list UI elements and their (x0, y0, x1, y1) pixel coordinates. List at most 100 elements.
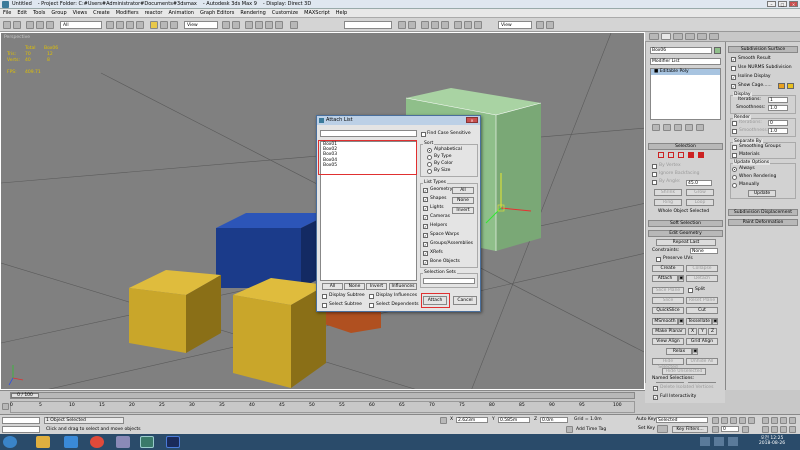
update-when-rendering-radio[interactable] (732, 175, 737, 180)
full-interactivity-checkbox[interactable]: ✓ (653, 395, 658, 400)
list-item[interactable]: Box05 (321, 163, 416, 168)
cage-selection-color-swatch[interactable] (787, 83, 794, 89)
bind-spacewarp-icon[interactable] (46, 21, 54, 29)
go-to-end-icon[interactable] (748, 417, 755, 424)
maxscript-listener-field[interactable] (2, 417, 40, 424)
photoshop-icon[interactable] (166, 436, 180, 448)
delete-isolated-checkbox[interactable]: ✓ (653, 386, 658, 391)
reference-coordinate-dropdown[interactable]: View (184, 21, 218, 29)
attach-button[interactable]: Attach (423, 296, 447, 305)
start-button-icon[interactable] (3, 436, 17, 448)
lock-selection-icon[interactable] (440, 417, 447, 424)
menu-graph-editors[interactable]: Graph Editors (200, 10, 234, 16)
msmooth-settings-icon[interactable]: ▣ (678, 318, 684, 325)
named-selection-dropdown[interactable] (344, 21, 392, 29)
modifier-stack[interactable]: ■ Editable Poly (650, 68, 721, 120)
grid-align-button[interactable]: Grid Align (686, 338, 718, 345)
menu-tools[interactable]: Tools (33, 10, 45, 16)
planar-y-button[interactable]: Y (698, 328, 707, 335)
smoothing-groups-checkbox[interactable] (732, 145, 737, 150)
y-coordinate-field[interactable]: 0.585m (498, 417, 530, 423)
select-scale-icon[interactable] (170, 21, 178, 29)
find-case-sensitive-checkbox[interactable] (421, 132, 426, 137)
by-angle-checkbox[interactable] (652, 180, 657, 185)
align-icon[interactable] (408, 21, 416, 29)
update-always-radio[interactable] (732, 167, 737, 172)
curve-editor-icon[interactable] (431, 21, 439, 29)
zoom-all-icon[interactable] (771, 417, 778, 424)
configure-modifier-sets-icon[interactable] (696, 124, 704, 131)
slice-plane-button[interactable]: Slice Plane (652, 287, 684, 294)
polygon-level-icon[interactable] (688, 152, 694, 158)
element-level-icon[interactable] (698, 152, 704, 158)
type-xrefs-checkbox[interactable]: ✓ (423, 251, 428, 256)
render-smoothness-field[interactable]: 1.0 (768, 128, 788, 134)
notification-icon[interactable] (700, 437, 710, 446)
network-icon[interactable] (714, 437, 724, 446)
soft-selection-rollout[interactable]: Soft Selection (648, 220, 723, 227)
modifier-list-dropdown[interactable]: Modifier List (650, 58, 721, 65)
select-move-icon[interactable] (150, 21, 158, 29)
subdivision-displacement-rollout[interactable]: Subdivision Displacement (728, 209, 798, 216)
render-last-icon[interactable] (546, 21, 554, 29)
constraints-dropdown[interactable]: None (690, 248, 718, 254)
time-slider-thumb[interactable]: 0 / 100 (11, 393, 39, 398)
grow-button[interactable]: Grow (686, 189, 714, 196)
planar-x-button[interactable]: X (688, 328, 697, 335)
open-mini-curve-editor-icon[interactable] (2, 403, 9, 410)
percent-snap-icon[interactable] (265, 21, 273, 29)
relax-button[interactable]: Relax (666, 348, 692, 355)
materials-checkbox[interactable] (732, 153, 737, 158)
volume-icon[interactable] (728, 437, 738, 446)
create-tab-icon[interactable] (649, 33, 659, 40)
field-of-view-icon[interactable] (762, 426, 769, 433)
display-influences-checkbox[interactable] (369, 294, 374, 299)
file-explorer-icon[interactable] (36, 436, 50, 448)
type-geometry-checkbox[interactable]: ✓ (423, 188, 428, 193)
previous-frame-icon[interactable] (721, 417, 728, 424)
type-lights-checkbox[interactable]: ✓ (423, 206, 428, 211)
sort-by-color-radio[interactable] (427, 162, 432, 167)
select-by-name-icon[interactable] (116, 21, 124, 29)
x-coordinate-field[interactable]: 2.623m (456, 417, 488, 423)
z-coordinate-field[interactable]: 0.0m (540, 417, 568, 423)
time-configuration-icon[interactable] (742, 426, 749, 433)
internet-explorer-icon[interactable] (64, 436, 78, 448)
preserve-uvs-checkbox[interactable] (656, 257, 661, 262)
hide-unselected-button[interactable]: Hide Unselected (662, 368, 706, 375)
list-all-button[interactable]: All (322, 283, 343, 290)
cut-button[interactable]: Cut (686, 307, 718, 314)
tessellate-button[interactable]: Tessellate (686, 318, 712, 325)
dialog-title-bar[interactable]: Attach List (317, 116, 480, 125)
quick-render-icon[interactable] (536, 21, 544, 29)
snap-toggle-icon[interactable] (245, 21, 253, 29)
layer-manager-icon[interactable] (421, 21, 429, 29)
render-view-dropdown[interactable]: View (498, 21, 532, 29)
menu-rendering[interactable]: Rendering (240, 10, 266, 16)
relax-settings-icon[interactable]: ▣ (692, 348, 698, 355)
menu-customize[interactable]: Customize (272, 10, 298, 16)
type-shapes-checkbox[interactable]: ✓ (423, 197, 428, 202)
isoline-display-checkbox[interactable]: ✓ (731, 75, 736, 80)
hide-selected-button[interactable]: Hide Selected (652, 358, 684, 370)
search-input[interactable] (320, 130, 417, 137)
viewport-label[interactable]: Perspective (4, 35, 30, 40)
angle-snap-icon[interactable] (255, 21, 263, 29)
show-cage-checkbox[interactable]: ✓ (731, 84, 736, 89)
by-angle-field[interactable]: 45.0 (686, 180, 712, 186)
msmooth-button[interactable]: MSmooth (652, 318, 678, 325)
display-subtree-checkbox[interactable] (322, 294, 327, 299)
view-align-button[interactable]: View Align (652, 338, 684, 345)
list-influences-button[interactable]: Influences (389, 283, 417, 290)
rect-selection-icon[interactable] (126, 21, 134, 29)
display-smoothness-field[interactable]: 1.0 (768, 105, 788, 111)
link-icon[interactable] (26, 21, 34, 29)
box-blue[interactable] (216, 213, 331, 288)
unhide-all-button[interactable]: Unhide All (686, 358, 718, 365)
chrome-icon[interactable] (90, 436, 104, 448)
menu-file[interactable]: File (3, 10, 11, 16)
menu-maxscript[interactable]: MAXScript (304, 10, 330, 16)
edit-named-selection-icon[interactable] (290, 21, 298, 29)
paint-deformation-rollout[interactable]: Paint Deformation (728, 219, 798, 226)
type-helpers-checkbox[interactable]: ✓ (423, 224, 428, 229)
